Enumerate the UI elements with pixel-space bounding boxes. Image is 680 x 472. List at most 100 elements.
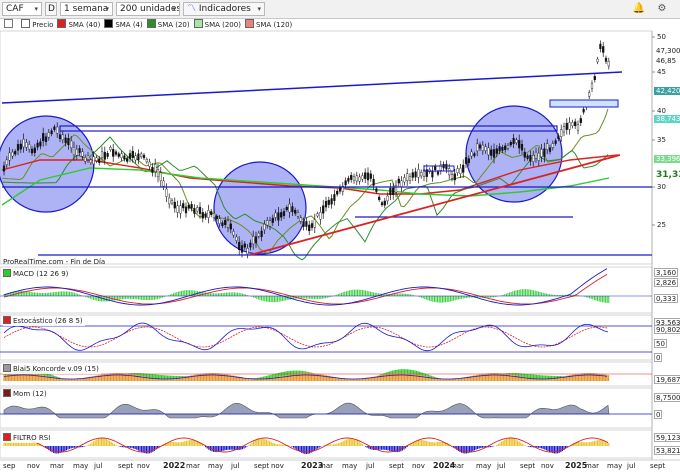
x-tick-label: nov (27, 462, 40, 470)
price-candle-body (42, 133, 45, 142)
x-tick-label: nov (271, 462, 284, 470)
price-candle-body (551, 143, 554, 148)
price-candle-body (322, 205, 325, 214)
y-tick-label: 30 (657, 183, 666, 191)
price-candle-body (403, 177, 406, 183)
price-candle-body (33, 147, 36, 153)
price-candle-body (590, 83, 594, 89)
price-candle-body (350, 175, 353, 180)
price-candle-body (168, 197, 171, 205)
target-zone (549, 99, 619, 108)
price-candle-body (14, 151, 17, 155)
price-candle-body (456, 168, 459, 173)
price-candle-body (277, 212, 280, 221)
price-candle-body (534, 151, 538, 159)
x-tick-label: nov (541, 462, 554, 470)
x-tick-label: may (342, 462, 358, 470)
price-candle-body (310, 223, 314, 228)
y-tick-label: 50 (657, 33, 666, 41)
x-tick-label: mar (319, 462, 333, 470)
stoch-title-text: Estocástico (26 8 5) (13, 317, 83, 325)
price-candle-body (95, 157, 98, 162)
price-candle-body (103, 151, 106, 160)
x-tick-label: sept (389, 462, 405, 470)
price-candle-body (557, 135, 560, 139)
price-candle-body (540, 149, 543, 157)
price-candle-body (204, 213, 207, 218)
price-candle-body (478, 144, 482, 149)
price-candle-body (467, 158, 470, 164)
price-candle-body (246, 248, 249, 255)
price-candle-body (58, 134, 62, 140)
price-candle-body (484, 146, 487, 151)
price-candle-body (431, 170, 434, 178)
price-candle-body (285, 206, 288, 211)
price-candle-body (154, 164, 157, 172)
x-tick-label: 2022 (163, 461, 186, 470)
price-candle-body (504, 145, 507, 151)
mom-color-swatch (3, 389, 11, 397)
stoch-value-label: 50 (654, 339, 667, 348)
price-candle-body (193, 207, 196, 214)
price-candle-body (305, 221, 308, 227)
price-candle-body (263, 224, 266, 231)
price-candle-body (574, 121, 577, 127)
price-candle-body (47, 132, 50, 138)
price-candle-body (386, 195, 389, 202)
price-candle-body (408, 176, 412, 181)
price-candle-body (459, 167, 462, 174)
x-tick-label: sept (254, 462, 270, 470)
price-candle-body (294, 209, 297, 214)
price-label: 38,743 (654, 115, 680, 123)
stoch-title: Estocástico (26 8 5) (3, 316, 85, 326)
macd-value-label: 0,333 (654, 294, 679, 303)
price-candle-body (123, 155, 126, 160)
price-candle-body (268, 220, 272, 227)
price-candle-body (355, 175, 358, 182)
price-candle-body (568, 122, 571, 130)
x-tick-label: mar (585, 462, 599, 470)
price-candle-body (369, 173, 372, 179)
panel-frame (0, 314, 653, 361)
price-candle-body (593, 76, 596, 81)
price-candle-body (520, 144, 524, 151)
price-candle-body (232, 231, 235, 236)
price-candle-body (19, 143, 22, 150)
price-candle-body (495, 148, 498, 154)
price-candle-body (190, 204, 193, 209)
price-candle-body (352, 176, 356, 181)
price-candle-body (100, 151, 104, 158)
chart-canvas[interactable] (0, 0, 680, 472)
price-candle-body (89, 159, 92, 163)
blai5-title-text: Blai5 Koncorde v.09 (15) (13, 365, 99, 373)
price-candle-body (215, 215, 218, 219)
resistance-trendline (1, 71, 623, 104)
price-candle-body (11, 151, 14, 157)
price-candle-body (392, 187, 395, 195)
price-candle-body (81, 151, 84, 157)
price-candle-body (280, 212, 283, 218)
price-candle-body (448, 168, 451, 176)
price-candle-body (389, 187, 392, 196)
price-candle-body (2, 165, 6, 172)
price-candle-body (210, 211, 213, 215)
price-candle-body (571, 122, 574, 127)
macd-title-text: MACD (12 26 9) (13, 270, 69, 278)
price-candle-body (470, 151, 473, 157)
x-tick-label: sept (650, 462, 666, 470)
price-candle-body (434, 166, 437, 171)
price-candle-body (417, 169, 420, 178)
x-tick-label: jul (231, 462, 240, 470)
price-candle-body (313, 219, 316, 228)
x-tick-label: nov (412, 462, 425, 470)
price-candle-body (249, 242, 252, 248)
price-candle-body (117, 153, 120, 157)
price-candle-body (252, 236, 255, 245)
price-candle-body (319, 211, 322, 220)
panel-frame (0, 266, 653, 314)
price-candle-body (114, 151, 118, 155)
price-candle-body (134, 155, 137, 161)
filtro-value-label: 53,821 (654, 446, 680, 455)
price-candle-body (532, 155, 535, 162)
price-candle-body (53, 126, 56, 130)
